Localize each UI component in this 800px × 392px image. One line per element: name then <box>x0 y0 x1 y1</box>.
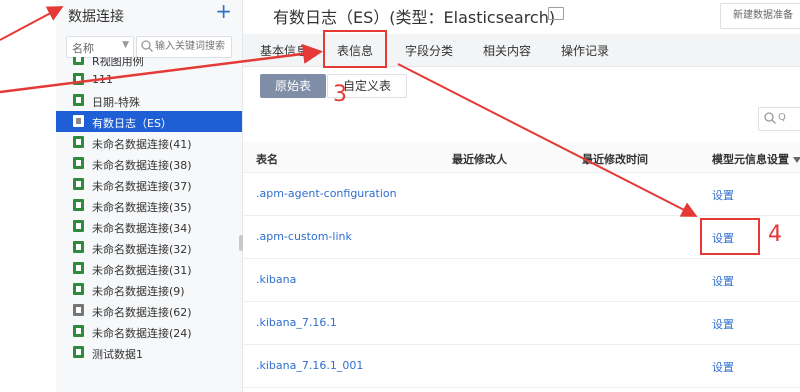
sidebar-item[interactable]: 未命名数据连接(41) <box>56 132 242 153</box>
sidebar-item[interactable]: 未命名数据连接(24) <box>56 321 242 342</box>
sidebar-item-label: 日期-特殊 <box>92 96 140 109</box>
column-header-meta-setting: 模型元信息设置 <box>712 151 800 167</box>
spreadsheet-icon <box>73 346 84 358</box>
left-margin <box>0 0 56 392</box>
sidebar-item-label: 未命名数据连接(38) <box>92 159 192 172</box>
table-name-link[interactable]: .kibana <box>256 273 296 286</box>
table-header: 表名 最近修改人 最近修改时间 模型元信息设置 <box>243 142 800 173</box>
sidebar-item-label: 未命名数据连接(31) <box>92 264 192 277</box>
sidebar-item-label: 未命名数据连接(62) <box>92 306 192 319</box>
table-name-link[interactable]: .kibana_7.16.1 <box>256 316 337 329</box>
sidebar-item-label: 测试数据1 <box>92 348 143 361</box>
sidebar-item-label: 未命名数据连接(35) <box>92 201 192 214</box>
main-content: 有数日志（ES）(类型：Elasticsearch) 新建数据准备 基本信息 表… <box>243 0 800 392</box>
id-card-icon[interactable] <box>548 7 564 20</box>
table-row: .apm-agent-configuration 设置 <box>243 173 800 216</box>
table-row: .apm-custom-link 设置 <box>243 216 800 259</box>
sidebar-item[interactable]: 测试数据1 <box>56 342 242 363</box>
sidebar-item[interactable]: 未命名数据连接(62) <box>56 300 242 321</box>
sidebar-item[interactable]: 111 <box>56 69 242 90</box>
spreadsheet-icon <box>73 325 84 337</box>
spreadsheet-icon <box>73 94 84 106</box>
sidebar-item[interactable]: 日期-特殊 <box>56 90 242 111</box>
table-row: .kibana 设置 <box>243 259 800 302</box>
spreadsheet-icon <box>73 262 84 274</box>
chevron-down-icon: ▼ <box>122 40 129 50</box>
column-header-modifier: 最近修改人 <box>452 153 507 166</box>
sidebar-header: 数据连接 + <box>68 1 234 25</box>
filter-icon[interactable] <box>793 157 800 163</box>
sidebar-title: 数据连接 <box>68 9 124 25</box>
table-row: .kibana_7.16.1 设置 <box>243 302 800 345</box>
table-row: .kibana_7.16.1_001 设置 <box>243 345 800 388</box>
filter-select[interactable]: 名称 ▼ <box>66 36 134 58</box>
spreadsheet-icon <box>73 220 84 232</box>
tab-related-content[interactable]: 相关内容 <box>483 42 531 59</box>
tab-basic-info[interactable]: 基本信息 <box>260 42 308 59</box>
settings-link[interactable]: 设置 <box>712 273 734 289</box>
sidebar-item-label: 未命名数据连接(24) <box>92 327 192 340</box>
sidebar-item[interactable]: 未命名数据连接(31) <box>56 258 242 279</box>
table: 表名 最近修改人 最近修改时间 模型元信息设置 .apm-agent-confi… <box>243 142 800 388</box>
sidebar-item[interactable]: 未命名数据连接(34) <box>56 216 242 237</box>
spreadsheet-icon <box>73 178 84 190</box>
sidebar-item-label: 有数日志（ES） <box>92 117 172 130</box>
table-name-link[interactable]: .apm-agent-configuration <box>256 187 397 200</box>
custom-table-button[interactable]: 自定义表 <box>327 74 407 98</box>
table-name-link[interactable]: .kibana_7.16.1_001 <box>256 359 363 372</box>
sidebar-item-label: 未命名数据连接(41) <box>92 138 192 151</box>
column-header-modified-time: 最近修改时间 <box>582 153 648 166</box>
table-search-placeholder: Q <box>778 112 786 123</box>
sidebar-search-input[interactable] <box>155 39 227 54</box>
tab-field-category[interactable]: 字段分类 <box>405 42 453 59</box>
spreadsheet-icon <box>73 136 84 148</box>
tab-bar: 基本信息 表信息 字段分类 相关内容 操作记录 <box>243 34 800 67</box>
sidebar-search[interactable] <box>136 36 232 58</box>
sidebar-item-active[interactable]: 有数日志（ES） <box>56 111 242 132</box>
settings-link[interactable]: 设置 <box>712 359 734 375</box>
sidebar-item[interactable]: 未命名数据连接(38) <box>56 153 242 174</box>
column-header-name: 表名 <box>256 153 278 166</box>
settings-link[interactable]: 设置 <box>712 187 734 203</box>
spreadsheet-icon <box>73 199 84 211</box>
new-data-prep-button[interactable]: 新建数据准备 <box>720 3 800 29</box>
table-search[interactable]: Q <box>758 107 800 131</box>
settings-link[interactable]: 设置 <box>712 316 734 332</box>
sidebar-item[interactable]: 未命名数据连接(37) <box>56 174 242 195</box>
sidebar-item-label: 未命名数据连接(34) <box>92 222 192 235</box>
sidebar-item-label: 未命名数据连接(32) <box>92 243 192 256</box>
page-title: 有数日志（ES）(类型：Elasticsearch) <box>273 8 556 27</box>
spreadsheet-icon <box>73 283 84 295</box>
sidebar-item[interactable]: 未命名数据连接(9) <box>56 279 242 300</box>
tab-operation-log[interactable]: 操作记录 <box>561 42 609 59</box>
sidebar-item-label: 未命名数据连接(37) <box>92 180 192 193</box>
sidebar-item[interactable]: 未命名数据连接(32) <box>56 237 242 258</box>
sidebar-item-label: 未命名数据连接(9) <box>92 285 185 298</box>
search-icon <box>764 112 776 124</box>
data-connection-sidebar: 数据连接 + 名称 ▼ R视图用例 111 日期-特殊 有数日志（ES） 未命名… <box>56 0 243 392</box>
spreadsheet-icon <box>73 73 84 85</box>
search-icon <box>141 40 153 52</box>
sidebar-item-label: R视图用例 <box>92 57 144 68</box>
spreadsheet-icon <box>73 157 84 169</box>
settings-link[interactable]: 设置 <box>712 230 734 246</box>
connection-list: R视图用例 111 日期-特殊 有数日志（ES） 未命名数据连接(41) 未命名… <box>56 57 242 363</box>
spreadsheet-icon <box>73 241 84 253</box>
database-icon <box>73 304 84 316</box>
tab-table-info[interactable]: 表信息 <box>337 42 373 59</box>
original-table-button[interactable]: 原始表 <box>260 74 326 98</box>
sidebar-item[interactable]: 未命名数据连接(35) <box>56 195 242 216</box>
spreadsheet-icon <box>73 57 84 65</box>
table-name-link[interactable]: .apm-custom-link <box>256 230 352 243</box>
database-icon <box>73 115 84 127</box>
sidebar-item[interactable]: R视图用例 <box>56 57 242 69</box>
add-connection-button[interactable]: + <box>215 1 232 21</box>
sidebar-item-label: 111 <box>92 73 113 86</box>
column-header-meta-setting-label: 模型元信息设置 <box>712 153 789 166</box>
filter-select-value: 名称 <box>72 42 94 55</box>
